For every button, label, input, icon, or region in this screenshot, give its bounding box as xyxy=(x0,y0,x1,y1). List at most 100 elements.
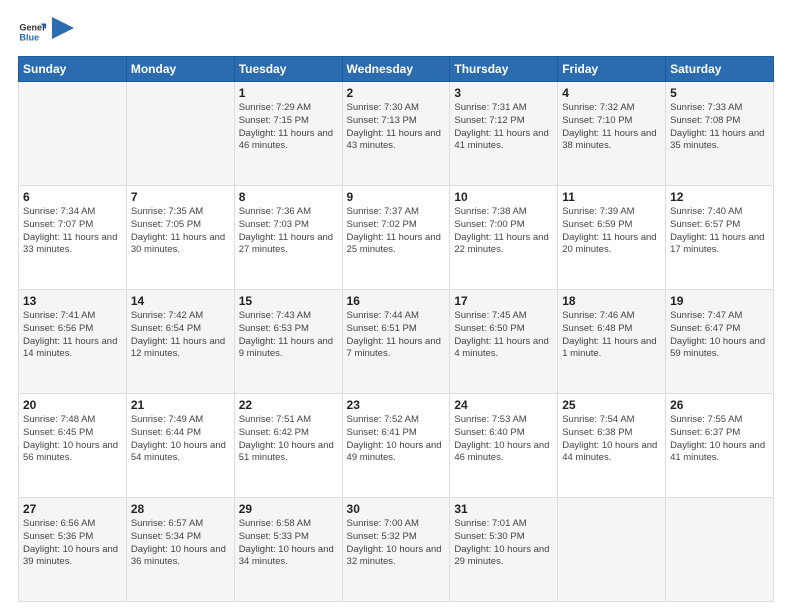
day-number: 11 xyxy=(562,190,661,204)
calendar-cell: 10 Sunrise: 7:38 AM Sunset: 7:00 PM Dayli… xyxy=(450,186,558,290)
weekday-header: Wednesday xyxy=(342,57,450,82)
calendar-week-row: 20 Sunrise: 7:48 AM Sunset: 6:45 PM Dayli… xyxy=(19,394,774,498)
day-number: 23 xyxy=(347,398,446,412)
calendar-cell: 21Sunrise: 7:49 AM Sunset: 6:44 PM Dayli… xyxy=(126,394,234,498)
day-number: 28 xyxy=(131,502,230,516)
day-info: Sunrise: 7:37 AM Sunset: 7:02 PM Dayligh… xyxy=(347,206,446,257)
weekday-header: Saturday xyxy=(666,57,774,82)
day-number: 1 xyxy=(239,86,338,100)
calendar-week-row: 6Sunrise: 7:34 AM Sunset: 7:07 PM Daylig… xyxy=(19,186,774,290)
calendar-week-row: 27 Sunrise: 6:56 AM Sunset: 5:36 PM Dayli… xyxy=(19,498,774,602)
calendar-cell xyxy=(558,498,666,602)
day-number: 5 xyxy=(670,86,769,100)
day-info: Sunrise: 7:46 AM Sunset: 6:48 PM Dayligh… xyxy=(562,310,661,361)
day-info: Sunrise: 7:48 AM Sunset: 6:45 PM Dayligh… xyxy=(23,414,122,465)
day-info: Sunrise: 6:57 AM Sunset: 5:34 PM Dayligh… xyxy=(131,518,230,569)
svg-text:Blue: Blue xyxy=(19,32,39,42)
day-info: Sunrise: 7:45 AM Sunset: 6:50 PM Dayligh… xyxy=(454,310,553,361)
calendar-cell: 24 Sunrise: 7:53 AM Sunset: 6:40 PM Dayli… xyxy=(450,394,558,498)
day-info: Sunrise: 7:32 AM Sunset: 7:10 PM Dayligh… xyxy=(562,102,661,153)
calendar-cell: 20 Sunrise: 7:48 AM Sunset: 6:45 PM Dayli… xyxy=(19,394,127,498)
day-info: Sunrise: 7:51 AM Sunset: 6:42 PM Dayligh… xyxy=(239,414,338,465)
calendar-cell: 19 Sunrise: 7:47 AM Sunset: 6:47 PM Dayli… xyxy=(666,290,774,394)
day-info: Sunrise: 7:38 AM Sunset: 7:00 PM Dayligh… xyxy=(454,206,553,257)
page: General Blue SundayMondayTuesdayWednesda… xyxy=(0,0,792,612)
day-number: 21 xyxy=(131,398,230,412)
day-number: 29 xyxy=(239,502,338,516)
calendar-cell xyxy=(666,498,774,602)
weekday-header: Monday xyxy=(126,57,234,82)
day-info: Sunrise: 7:54 AM Sunset: 6:38 PM Dayligh… xyxy=(562,414,661,465)
calendar-cell: 25Sunrise: 7:54 AM Sunset: 6:38 PM Dayli… xyxy=(558,394,666,498)
calendar-cell: 3 Sunrise: 7:31 AM Sunset: 7:12 PM Daylig… xyxy=(450,82,558,186)
calendar-cell: 31 Sunrise: 7:01 AM Sunset: 5:30 PM Dayli… xyxy=(450,498,558,602)
day-number: 20 xyxy=(23,398,122,412)
calendar-cell: 7Sunrise: 7:35 AM Sunset: 7:05 PM Daylig… xyxy=(126,186,234,290)
calendar-cell: 23Sunrise: 7:52 AM Sunset: 6:41 PM Dayli… xyxy=(342,394,450,498)
calendar-cell: 29 Sunrise: 6:58 AM Sunset: 5:33 PM Dayli… xyxy=(234,498,342,602)
calendar-cell xyxy=(126,82,234,186)
day-info: Sunrise: 7:53 AM Sunset: 6:40 PM Dayligh… xyxy=(454,414,553,465)
calendar-cell: 5 Sunrise: 7:33 AM Sunset: 7:08 PM Daylig… xyxy=(666,82,774,186)
calendar-cell: 11 Sunrise: 7:39 AM Sunset: 6:59 PM Dayli… xyxy=(558,186,666,290)
logo-icon: General Blue xyxy=(18,18,46,46)
calendar-cell: 27 Sunrise: 6:56 AM Sunset: 5:36 PM Dayli… xyxy=(19,498,127,602)
calendar-cell: 18 Sunrise: 7:46 AM Sunset: 6:48 PM Dayli… xyxy=(558,290,666,394)
day-info: Sunrise: 7:29 AM Sunset: 7:15 PM Dayligh… xyxy=(239,102,338,153)
day-number: 10 xyxy=(454,190,553,204)
day-number: 19 xyxy=(670,294,769,308)
day-info: Sunrise: 6:56 AM Sunset: 5:36 PM Dayligh… xyxy=(23,518,122,569)
calendar-cell: 12Sunrise: 7:40 AM Sunset: 6:57 PM Dayli… xyxy=(666,186,774,290)
day-info: Sunrise: 7:43 AM Sunset: 6:53 PM Dayligh… xyxy=(239,310,338,361)
day-info: Sunrise: 6:58 AM Sunset: 5:33 PM Dayligh… xyxy=(239,518,338,569)
calendar-cell: 6Sunrise: 7:34 AM Sunset: 7:07 PM Daylig… xyxy=(19,186,127,290)
day-number: 3 xyxy=(454,86,553,100)
day-info: Sunrise: 7:33 AM Sunset: 7:08 PM Dayligh… xyxy=(670,102,769,153)
day-number: 13 xyxy=(23,294,122,308)
day-number: 14 xyxy=(131,294,230,308)
day-info: Sunrise: 7:00 AM Sunset: 5:32 PM Dayligh… xyxy=(347,518,446,569)
calendar-cell: 9 Sunrise: 7:37 AM Sunset: 7:02 PM Daylig… xyxy=(342,186,450,290)
calendar-cell: 4 Sunrise: 7:32 AM Sunset: 7:10 PM Daylig… xyxy=(558,82,666,186)
day-info: Sunrise: 7:30 AM Sunset: 7:13 PM Dayligh… xyxy=(347,102,446,153)
calendar-cell: 14 Sunrise: 7:42 AM Sunset: 6:54 PM Dayli… xyxy=(126,290,234,394)
calendar-cell: 13 Sunrise: 7:41 AM Sunset: 6:56 PM Dayli… xyxy=(19,290,127,394)
logo: General Blue xyxy=(18,18,74,46)
day-number: 9 xyxy=(347,190,446,204)
weekday-header: Friday xyxy=(558,57,666,82)
calendar-cell: 30 Sunrise: 7:00 AM Sunset: 5:32 PM Dayli… xyxy=(342,498,450,602)
day-number: 17 xyxy=(454,294,553,308)
calendar-cell xyxy=(19,82,127,186)
day-number: 26 xyxy=(670,398,769,412)
calendar-cell: 1 Sunrise: 7:29 AM Sunset: 7:15 PM Daylig… xyxy=(234,82,342,186)
day-info: Sunrise: 7:01 AM Sunset: 5:30 PM Dayligh… xyxy=(454,518,553,569)
day-number: 30 xyxy=(347,502,446,516)
day-number: 24 xyxy=(454,398,553,412)
day-info: Sunrise: 7:34 AM Sunset: 7:07 PM Dayligh… xyxy=(23,206,122,257)
day-info: Sunrise: 7:31 AM Sunset: 7:12 PM Dayligh… xyxy=(454,102,553,153)
day-number: 18 xyxy=(562,294,661,308)
calendar-cell: 16 Sunrise: 7:44 AM Sunset: 6:51 PM Dayli… xyxy=(342,290,450,394)
day-number: 16 xyxy=(347,294,446,308)
calendar-week-row: 1 Sunrise: 7:29 AM Sunset: 7:15 PM Daylig… xyxy=(19,82,774,186)
day-info: Sunrise: 7:41 AM Sunset: 6:56 PM Dayligh… xyxy=(23,310,122,361)
calendar-cell: 26 Sunrise: 7:55 AM Sunset: 6:37 PM Dayli… xyxy=(666,394,774,498)
day-number: 4 xyxy=(562,86,661,100)
weekday-header: Thursday xyxy=(450,57,558,82)
day-info: Sunrise: 7:39 AM Sunset: 6:59 PM Dayligh… xyxy=(562,206,661,257)
calendar-cell: 22Sunrise: 7:51 AM Sunset: 6:42 PM Dayli… xyxy=(234,394,342,498)
day-number: 15 xyxy=(239,294,338,308)
day-number: 31 xyxy=(454,502,553,516)
calendar-cell: 28 Sunrise: 6:57 AM Sunset: 5:34 PM Dayli… xyxy=(126,498,234,602)
day-info: Sunrise: 7:47 AM Sunset: 6:47 PM Dayligh… xyxy=(670,310,769,361)
day-info: Sunrise: 7:42 AM Sunset: 6:54 PM Dayligh… xyxy=(131,310,230,361)
calendar-table: SundayMondayTuesdayWednesdayThursdayFrid… xyxy=(18,56,774,602)
logo-arrow-icon xyxy=(52,17,74,39)
day-info: Sunrise: 7:40 AM Sunset: 6:57 PM Dayligh… xyxy=(670,206,769,257)
day-info: Sunrise: 7:55 AM Sunset: 6:37 PM Dayligh… xyxy=(670,414,769,465)
day-number: 2 xyxy=(347,86,446,100)
day-info: Sunrise: 7:44 AM Sunset: 6:51 PM Dayligh… xyxy=(347,310,446,361)
calendar-week-row: 13 Sunrise: 7:41 AM Sunset: 6:56 PM Dayli… xyxy=(19,290,774,394)
weekday-header: Sunday xyxy=(19,57,127,82)
day-number: 27 xyxy=(23,502,122,516)
